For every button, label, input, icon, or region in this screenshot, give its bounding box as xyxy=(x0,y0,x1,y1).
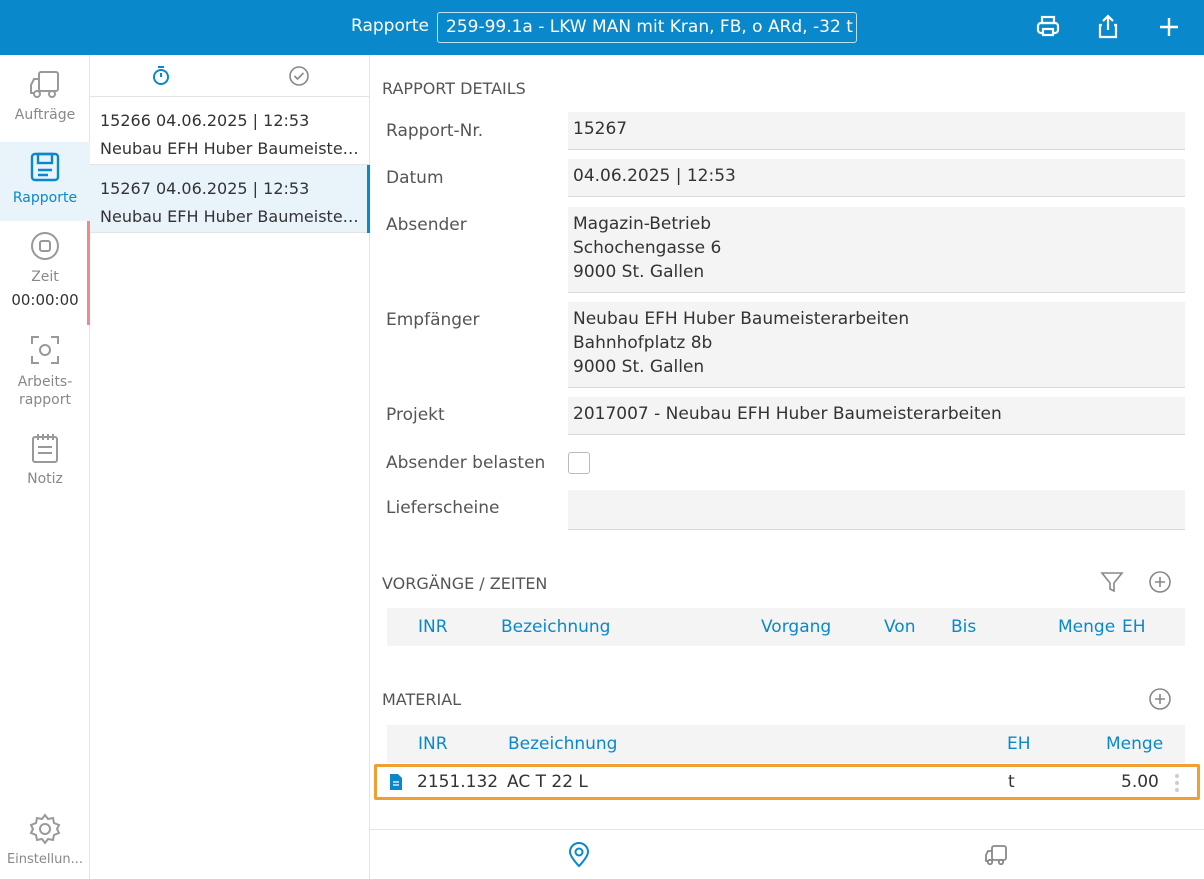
empfaenger-line: Neubau EFH Huber Baumeisterarbeiten xyxy=(573,309,910,329)
filter-icon[interactable] xyxy=(1099,569,1125,595)
list-item-header: 15266 04.06.2025 | 12:53 xyxy=(100,111,310,130)
vorgaenge-table-header: INR Bezeichnung Vorgang Von Bis Menge EH xyxy=(387,608,1185,646)
truck-icon[interactable] xyxy=(983,842,1009,868)
col-bezeichnung[interactable]: Bezeichnung xyxy=(501,617,610,637)
document-icon xyxy=(390,774,402,790)
more-vertical-icon[interactable] xyxy=(1174,772,1180,794)
rapport-nr-field[interactable]: 15267 xyxy=(568,112,1185,150)
app-header: Rapporte 259-99.1a - LKW MAN mit Kran, F… xyxy=(0,0,1204,55)
nav-item-rapporte[interactable]: Rapporte xyxy=(0,142,90,221)
label-lieferscheine: Lieferscheine xyxy=(386,498,500,518)
stopwatch-tab-icon[interactable] xyxy=(150,65,172,87)
material-bezeichnung: AC T 22 L xyxy=(507,772,588,792)
list-item-project: Neubau EFH Huber Baumeisterarbeiten xyxy=(100,139,360,158)
col-menge[interactable]: Menge xyxy=(1106,734,1163,754)
list-item-project: Neubau EFH Huber Baumeisterarbeiten xyxy=(100,207,360,226)
zeit-timer: 00:00:00 xyxy=(11,291,79,309)
empfaenger-line: Bahnhofplatz 8b xyxy=(573,333,713,353)
col-menge[interactable]: Menge xyxy=(1058,617,1115,637)
col-inr[interactable]: INR xyxy=(418,734,448,754)
gear-icon xyxy=(29,813,61,845)
absender-line: 9000 St. Gallen xyxy=(573,262,705,282)
nav-item-arbeitsrapport[interactable]: Arbeits- rapport xyxy=(0,333,90,419)
col-vorgang[interactable]: Vorgang xyxy=(761,617,831,637)
truck-icon xyxy=(30,71,59,98)
nav-item-notiz[interactable]: Notiz xyxy=(0,431,90,491)
nav-item-auftraege[interactable]: Aufträge xyxy=(0,67,90,143)
list-item[interactable]: 15266 04.06.2025 | 12:53 Neubau EFH Hube… xyxy=(90,97,370,165)
add-vorgang-icon[interactable] xyxy=(1147,569,1173,595)
table-row[interactable]: 2151.132 AC T 22 L t 5.00 xyxy=(374,764,1200,800)
add-material-icon[interactable] xyxy=(1147,686,1173,712)
nav-label-rapporte: Rapporte xyxy=(12,190,78,206)
stop-icon xyxy=(31,232,59,260)
label-projekt: Projekt xyxy=(386,405,445,425)
absender-line: Magazin-Betrieb xyxy=(573,214,711,234)
absender-field[interactable]: Magazin-Betrieb Schochengasse 6 9000 St.… xyxy=(568,207,1185,293)
projekt-field[interactable]: 2017007 - Neubau EFH Huber Baumeisterarb… xyxy=(568,397,1185,435)
vehicle-select[interactable]: 259-99.1a - LKW MAN mit Kran, FB, o ARd,… xyxy=(437,12,857,43)
section-material: MATERIAL xyxy=(382,690,462,709)
nav-label-einstellungen: Einstellun... xyxy=(6,852,84,867)
nav-label-notiz: Notiz xyxy=(27,471,63,487)
scan-icon xyxy=(31,336,59,364)
label-empfaenger: Empfänger xyxy=(386,310,480,330)
col-eh[interactable]: EH xyxy=(1007,734,1031,754)
nav-label-arbeitsrapport: Arbeits- rapport xyxy=(17,374,73,408)
nav-label-zeit: Zeit xyxy=(31,269,59,285)
nav-item-zeit[interactable]: Zeit 00:00:00 xyxy=(0,229,90,321)
col-inr[interactable]: INR xyxy=(418,617,448,637)
nav-item-einstellungen[interactable]: Einstellun... xyxy=(0,812,90,872)
bottom-bar xyxy=(370,829,1204,879)
absender-line: Schochengasse 6 xyxy=(573,238,722,258)
lieferscheine-field[interactable] xyxy=(568,490,1185,530)
printer-icon[interactable] xyxy=(1034,13,1062,41)
label-absender: Absender xyxy=(386,215,467,235)
list-item-header: 15267 04.06.2025 | 12:53 xyxy=(100,179,310,198)
list-item[interactable]: 15267 04.06.2025 | 12:53 Neubau EFH Hube… xyxy=(90,165,370,233)
left-nav: Aufträge Rapporte Zeit 00:00:00 Arbeits-… xyxy=(0,55,90,879)
header-title: Rapporte xyxy=(351,16,429,36)
col-eh[interactable]: EH xyxy=(1122,617,1146,637)
col-bis[interactable]: Bis xyxy=(951,617,976,637)
material-eh: t xyxy=(1008,772,1015,792)
plus-icon[interactable] xyxy=(1155,13,1183,41)
share-icon[interactable] xyxy=(1094,13,1122,41)
rapport-details: RAPPORT DETAILS Rapport-Nr. 15267 Datum … xyxy=(370,55,1204,879)
rapport-list: 15266 04.06.2025 | 12:53 Neubau EFH Hube… xyxy=(90,55,370,879)
notepad-icon xyxy=(32,434,58,463)
material-menge: 5.00 xyxy=(1121,772,1159,792)
col-bezeichnung[interactable]: Bezeichnung xyxy=(508,734,617,754)
location-pin-icon[interactable] xyxy=(566,842,592,868)
report-icon xyxy=(30,152,60,182)
label-absender-belasten: Absender belasten xyxy=(386,453,546,473)
material-table-header: INR Bezeichnung EH Menge xyxy=(387,725,1185,763)
list-tabs xyxy=(90,55,370,97)
material-inr: 2151.132 xyxy=(417,772,499,792)
absender-belasten-checkbox[interactable] xyxy=(568,452,590,474)
label-rapport-nr: Rapport-Nr. xyxy=(386,121,484,141)
label-datum: Datum xyxy=(386,168,444,188)
datum-field[interactable]: 04.06.2025 | 12:53 xyxy=(568,159,1185,197)
check-circle-tab-icon[interactable] xyxy=(288,65,310,87)
nav-label-auftraege: Aufträge xyxy=(14,107,76,123)
col-von[interactable]: Von xyxy=(884,617,916,637)
section-rapport-details: RAPPORT DETAILS xyxy=(382,79,526,98)
empfaenger-field[interactable]: Neubau EFH Huber Baumeisterarbeiten Bahn… xyxy=(568,302,1185,388)
empfaenger-line: 9000 St. Gallen xyxy=(573,357,705,377)
section-vorgaenge: VORGÄNGE / ZEITEN xyxy=(382,574,548,593)
